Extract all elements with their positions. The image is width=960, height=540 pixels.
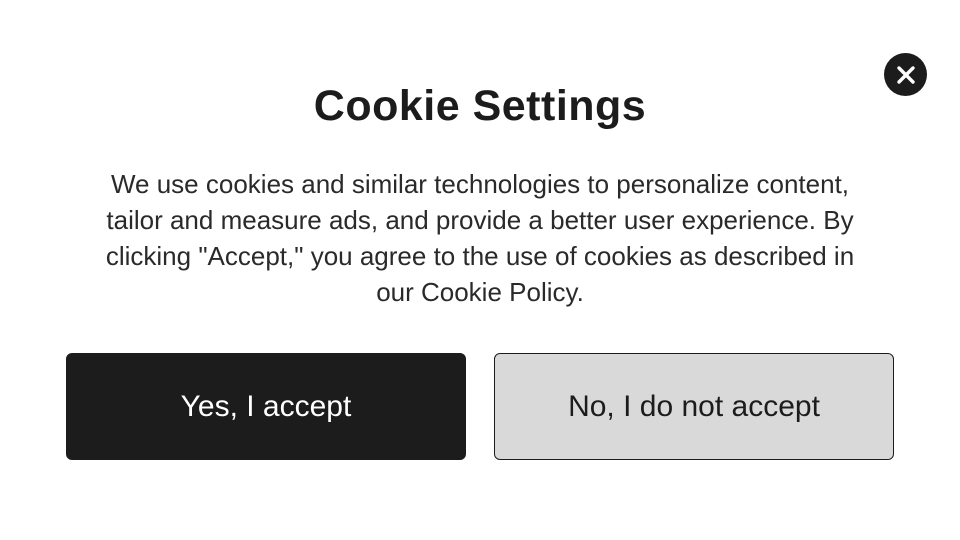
accept-button[interactable]: Yes, I accept [66,353,466,460]
dialog-title: Cookie Settings [313,82,647,130]
decline-button[interactable]: No, I do not accept [494,353,894,460]
dialog-description: We use cookies and similar technologies … [105,169,855,307]
cookie-settings-dialog: Cookie Settings We use cookies and simil… [0,0,960,540]
